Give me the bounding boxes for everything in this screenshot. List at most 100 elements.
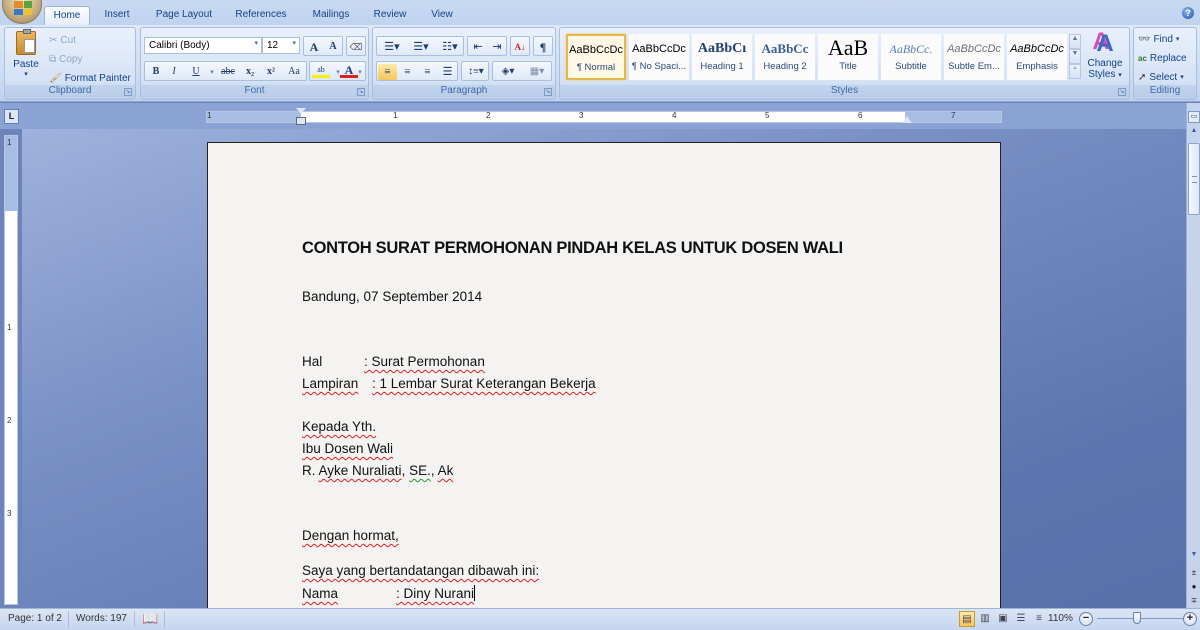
chevron-down-icon[interactable]: ▾	[355, 64, 365, 80]
tab-view[interactable]: View	[424, 6, 460, 25]
tab-selector-button[interactable]: L	[4, 109, 19, 124]
cut-button[interactable]: ✂ Cut	[49, 31, 76, 49]
shrink-font-button[interactable]: A	[324, 39, 342, 55]
font-size-select[interactable]: 12 ▾	[262, 37, 300, 54]
clipboard-dialog-launcher[interactable]: ↘	[124, 88, 132, 96]
line-spacing-button[interactable]: ↕≡▾	[461, 61, 489, 81]
next-page-button[interactable]: ∓	[1188, 595, 1200, 606]
increase-indent-button[interactable]: ⇥	[488, 39, 506, 55]
paragraph-group-label: Paragraph	[373, 85, 555, 99]
multilevel-list-button[interactable]: ☷▾	[437, 39, 463, 55]
style-emphasis[interactable]: AaBbCcDc Emphasis	[1007, 34, 1067, 80]
zoom-in-button[interactable]: +	[1183, 612, 1197, 626]
chevron-down-icon: ▾	[1180, 74, 1184, 81]
tab-review[interactable]: Review	[368, 6, 412, 25]
right-indent-marker[interactable]	[902, 116, 912, 123]
zoom-out-button[interactable]: −	[1079, 612, 1093, 626]
full-screen-reading-view-button[interactable]: ▥	[977, 611, 993, 627]
scrollbar-thumb[interactable]	[1188, 143, 1200, 215]
shading-button[interactable]: ◈▾	[495, 64, 521, 80]
style-normal[interactable]: AaBbCcDc ¶ Normal	[566, 34, 626, 80]
bullets-button[interactable]: ☰▾	[379, 39, 405, 55]
paste-label: Paste	[13, 59, 39, 70]
draft-view-button[interactable]: ≡	[1031, 611, 1047, 627]
style-subtle-emphasis[interactable]: AaBbCcDc Subtle Em...	[944, 34, 1004, 80]
office-button[interactable]	[2, 0, 42, 24]
print-layout-view-button[interactable]: ▤	[959, 611, 975, 627]
style-title[interactable]: AaB Title	[818, 34, 878, 80]
color-buttons: ab ▾ A ▾	[309, 61, 366, 81]
zoom-level[interactable]: 110%	[1048, 613, 1073, 624]
view-ruler-button[interactable]: ▭	[1188, 111, 1200, 123]
scroll-down-button[interactable]: ▼	[1188, 551, 1200, 562]
styles-group-label: Styles	[560, 85, 1129, 99]
replace-button[interactable]: ac Replace	[1138, 49, 1187, 67]
italic-button[interactable]: I	[165, 64, 183, 80]
text-cursor	[474, 585, 476, 601]
align-right-button[interactable]: ≡	[418, 64, 437, 80]
paste-button[interactable]: Paste ▾	[9, 29, 43, 85]
change-styles-button[interactable]: A Change Styles ▾	[1084, 30, 1126, 86]
editing-group: 👓 Find ▾ ac Replace ➚ Select ▾ Editing	[1133, 27, 1197, 100]
help-icon[interactable]: ?	[1182, 7, 1194, 19]
justify-button[interactable]: ☰	[438, 64, 457, 80]
change-case-button[interactable]: Aa	[283, 64, 305, 80]
style-heading-2[interactable]: AaBbCc Heading 2	[755, 34, 815, 80]
previous-page-button[interactable]: ±	[1188, 567, 1200, 578]
zoom-slider-thumb[interactable]	[1133, 612, 1141, 624]
show-formatting-button[interactable]: ¶	[533, 36, 553, 56]
grow-font-button[interactable]: A	[305, 39, 323, 55]
find-button[interactable]: 👓 Find ▾	[1138, 30, 1179, 48]
tab-references[interactable]: References	[228, 6, 294, 25]
gallery-up-button[interactable]: ▲	[1069, 34, 1081, 49]
vertical-scrollbar[interactable]: ▭ ▲ ▼ ± ● ∓	[1186, 103, 1200, 608]
tab-insert[interactable]: Insert	[95, 6, 139, 25]
binoculars-icon: 👓	[1138, 33, 1151, 45]
styles-gallery: AaBbCcDc ¶ Normal AaBbCcDc ¶ No Spaci...…	[566, 34, 1068, 81]
scroll-up-button[interactable]: ▲	[1188, 127, 1200, 138]
paragraph-dialog-launcher[interactable]: ↘	[544, 88, 552, 96]
font-group-label: Font	[141, 85, 368, 99]
proofing-errors-icon[interactable]: 📖	[142, 611, 158, 627]
numbering-button[interactable]: ☰▾	[408, 39, 434, 55]
clear-formatting-button[interactable]: ⌫	[346, 36, 366, 56]
bold-button[interactable]: B	[147, 64, 165, 80]
tab-home[interactable]: Home	[44, 6, 90, 25]
vertical-ruler[interactable]: 1 1 2 3	[4, 135, 18, 605]
decrease-indent-button[interactable]: ⇤	[469, 39, 487, 55]
text-highlight-button[interactable]: ab	[312, 64, 330, 78]
tab-page-layout[interactable]: Page Layout	[148, 6, 220, 25]
style-heading-1[interactable]: AaBbCı Heading 1	[692, 34, 752, 80]
font-name-select[interactable]: Calibri (Body) ▾	[144, 37, 262, 54]
document-page[interactable]: CONTOH SURAT PERMOHONAN PINDAH KELAS UNT…	[207, 142, 1001, 612]
tab-mailings[interactable]: Mailings	[304, 6, 358, 25]
borders-button[interactable]: ▦▾	[524, 64, 550, 80]
gallery-more-button[interactable]: ⩡	[1069, 64, 1081, 79]
left-indent-marker[interactable]	[296, 117, 306, 125]
align-center-button[interactable]: ≡	[398, 64, 417, 80]
outline-view-button[interactable]: ☰	[1013, 611, 1029, 627]
sort-button[interactable]: A↓	[510, 36, 530, 56]
gallery-down-button[interactable]: ▼	[1069, 49, 1081, 64]
copy-button[interactable]: ⧉ Copy	[49, 50, 83, 68]
strikethrough-button[interactable]: abc	[217, 64, 239, 80]
horizontal-ruler[interactable]: 1 1 2 3 4 5 6 7	[206, 108, 1002, 125]
web-layout-view-button[interactable]: ▣	[995, 611, 1011, 627]
page-count[interactable]: Page: 1 of 2	[8, 613, 62, 624]
word-count[interactable]: Words: 197	[76, 613, 127, 624]
clipboard-group: Paste ▾ ✂ Cut ⧉ Copy 🖌 Format Painter Clipb…	[4, 27, 136, 100]
style-subtitle[interactable]: AaBbCc. Subtitle	[881, 34, 941, 80]
zoom-slider-track[interactable]	[1097, 618, 1185, 619]
eraser-icon: ⌫	[349, 42, 363, 52]
first-line-indent-marker[interactable]	[296, 108, 306, 114]
subscript-button[interactable]: x₂	[241, 64, 259, 80]
styles-dialog-launcher[interactable]: ↘	[1118, 88, 1126, 96]
greeting-line: Dengan hormat,	[302, 528, 399, 543]
select-browse-object-button[interactable]: ●	[1188, 581, 1200, 592]
style-no-spacing[interactable]: AaBbCcDc ¶ No Spaci...	[629, 34, 689, 80]
chevron-down-icon: ▾	[292, 40, 296, 47]
font-dialog-launcher[interactable]: ↘	[357, 88, 365, 96]
superscript-button[interactable]: x²	[262, 64, 280, 80]
align-left-button[interactable]: ≡	[378, 64, 397, 80]
select-button[interactable]: ➚ Select ▾	[1138, 68, 1184, 86]
